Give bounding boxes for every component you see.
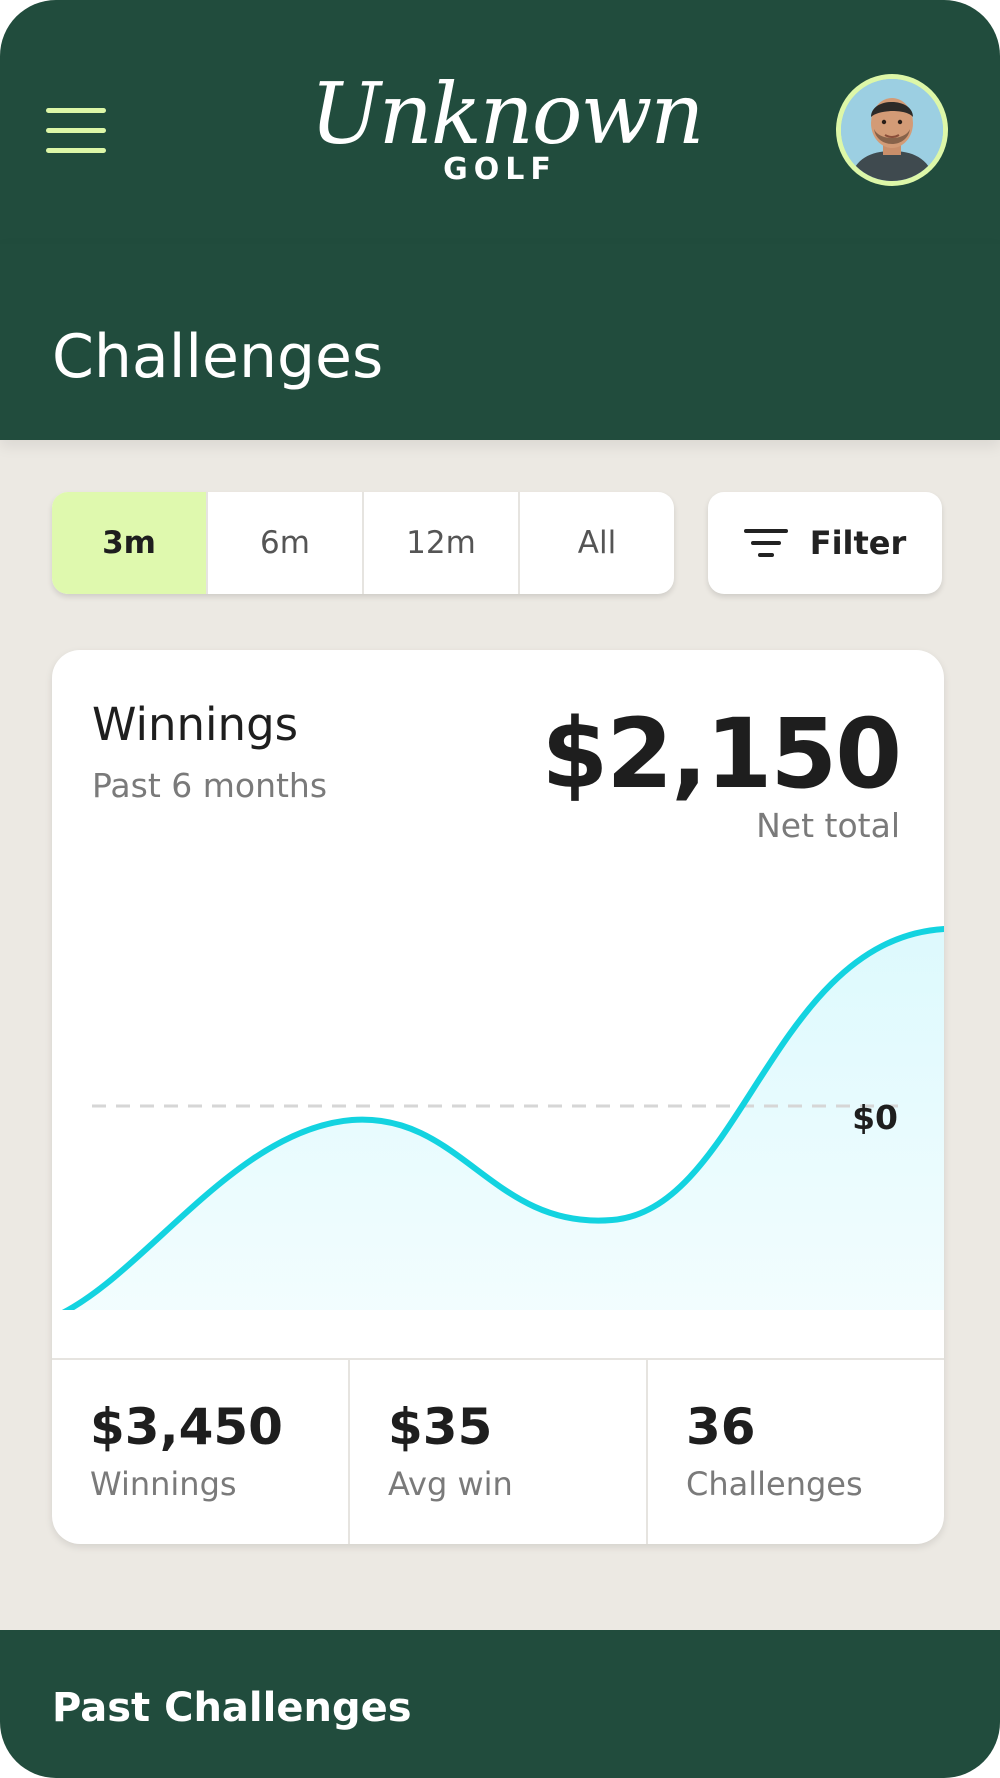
stat-value: $35	[388, 1398, 493, 1456]
stats-row: $3,450 Winnings $35 Avg win 36 Challenge…	[52, 1358, 944, 1544]
net-total-label: Net total	[756, 806, 900, 845]
past-challenges-section[interactable]: Past Challenges	[0, 1630, 1000, 1778]
time-range-selector: 3m 6m 12m All	[52, 492, 674, 594]
page-title: Challenges	[52, 322, 384, 392]
stat-challenges: 36 Challenges	[648, 1360, 944, 1544]
unknown-golf-logo: Unknown GOLF	[310, 65, 704, 196]
profile-avatar[interactable]	[836, 74, 948, 186]
avatar-photo	[841, 79, 943, 181]
stat-value: $3,450	[90, 1398, 283, 1456]
stat-label: Winnings	[90, 1465, 237, 1503]
winnings-trend-chart	[61, 926, 944, 1310]
range-tab-12m[interactable]: 12m	[364, 492, 520, 594]
hamburger-menu-icon[interactable]	[46, 108, 108, 154]
winnings-period: Past 6 months	[92, 766, 328, 805]
filter-label: Filter	[809, 524, 907, 562]
chart-area-fill	[68, 929, 944, 1310]
stat-avg-win: $35 Avg win	[350, 1360, 648, 1544]
net-total-value: $2,150	[541, 698, 902, 810]
page-title-bar: Challenges	[0, 244, 1000, 440]
stat-value: 36	[686, 1398, 756, 1456]
filter-icon	[743, 527, 788, 559]
filter-button[interactable]: Filter	[708, 492, 942, 594]
stat-label: Challenges	[686, 1465, 863, 1503]
range-tab-6m[interactable]: 6m	[208, 492, 364, 594]
app-screen: Unknown GOLF Challenges 3m 6m 12m All Fi…	[0, 0, 1000, 1778]
past-challenges-title: Past Challenges	[52, 1685, 412, 1731]
stat-winnings: $3,450 Winnings	[52, 1360, 350, 1544]
logo-script-text: Unknown	[310, 65, 704, 163]
range-tab-all[interactable]: All	[520, 492, 674, 594]
zero-label: $0	[852, 1098, 898, 1137]
winnings-title: Winnings	[92, 698, 299, 751]
stat-label: Avg win	[388, 1465, 513, 1503]
logo-golf-text: GOLF	[443, 152, 557, 187]
top-app-bar: Unknown GOLF	[0, 0, 1000, 244]
range-tab-3m[interactable]: 3m	[52, 492, 208, 594]
winnings-card: Winnings Past 6 months $2,150 Net total …	[52, 650, 944, 1544]
